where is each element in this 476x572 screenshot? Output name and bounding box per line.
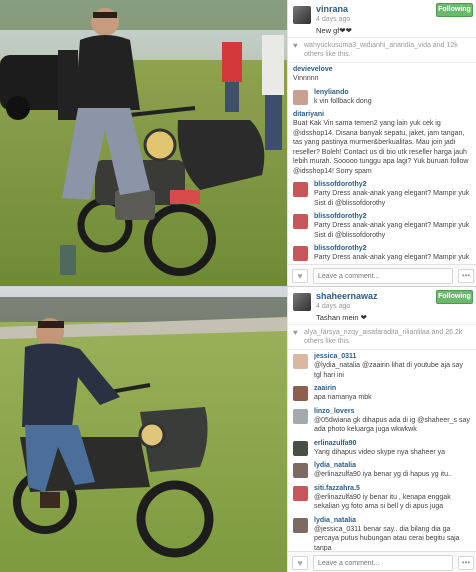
following-button[interactable]: Following: [436, 290, 473, 304]
comment-text: @05dwiana gk dihapus ada di ig @shaheer_…: [314, 416, 470, 434]
comment-username[interactable]: lenyliando: [314, 88, 472, 97]
photo-man-on-motorcycle: [0, 0, 287, 286]
post-vinrana: vinrana 4 days ago Following New gf❤❤ ♥ …: [0, 0, 476, 286]
comment-text: Buat Kak Vin sama temen2 yang lain yuk c…: [293, 120, 469, 175]
comment-username[interactable]: blissofdorothy2: [314, 212, 472, 221]
likes-summary: ♥ alya_farsya_rizqy_aisafaradita_rilianl…: [288, 325, 476, 350]
comment-username[interactable]: lydia_natalia: [314, 461, 472, 470]
comment-text: Party Dress anak-anak yang elegant? Mamp…: [314, 222, 470, 239]
avatar[interactable]: [293, 440, 308, 456]
post-photo[interactable]: [0, 287, 287, 572]
comment-username[interactable]: siti.fazzahra.5: [314, 484, 472, 493]
post-username[interactable]: vinrana: [316, 4, 348, 14]
heart-icon: ♥: [293, 328, 298, 337]
comment-text: k vin follback dong: [314, 97, 372, 105]
list-item: blissofdorothy2 Party Dress anak-anak ya…: [288, 210, 476, 242]
list-item: siti.fazzahra.5 @erlinazulfa90 iy benar …: [288, 482, 476, 514]
comment-bar: ♥ •••: [288, 551, 476, 572]
comment-bar: ♥ •••: [288, 264, 476, 286]
post-caption: Tashan mein ❤: [316, 313, 367, 322]
comment-text: Vinnnnn: [293, 75, 319, 82]
following-button[interactable]: Following: [436, 3, 473, 17]
comment-text: Yang dihapus video skype nya shaheer ya: [314, 448, 446, 456]
list-item: linzo_lovers @05dwiana gk dihapus ada di…: [288, 405, 476, 437]
like-button[interactable]: ♥: [292, 556, 308, 570]
more-options-button[interactable]: •••: [458, 556, 474, 570]
comment-input[interactable]: [313, 268, 453, 284]
likes-text: alya_farsya_rizqy_aisafaradita_rilianlil…: [304, 329, 463, 345]
comment-text: Party Dress anak-anak yang elegant? Mamp…: [314, 254, 470, 264]
post-username[interactable]: shaheernawaz: [316, 291, 378, 301]
post-header: vinrana 4 days ago Following New gf❤❤: [288, 0, 476, 38]
comment-username[interactable]: devievelove: [293, 65, 472, 74]
avatar[interactable]: [293, 485, 308, 501]
avatar[interactable]: [293, 214, 308, 229]
avatar[interactable]: [293, 463, 308, 478]
avatar[interactable]: [293, 182, 308, 197]
avatar[interactable]: [293, 517, 308, 533]
list-item: erlinazulfa90 Yang dihapus video skype n…: [288, 437, 476, 460]
post-timestamp: 4 days ago: [316, 16, 351, 23]
comment-text: @erlinazulfa90 iya benar yg di hapus yg …: [314, 471, 452, 478]
list-item: zaairin apa namanya mbk: [288, 382, 476, 405]
list-item: devievelove Vinnnnn: [288, 63, 476, 86]
comment-username[interactable]: lydia_natalia: [314, 516, 472, 525]
post-caption: New gf❤❤: [316, 26, 352, 35]
comment-username[interactable]: blissofdorothy2: [314, 180, 472, 189]
list-item: lenyliando k vin follback dong: [288, 86, 476, 109]
avatar[interactable]: [293, 354, 308, 369]
comment-text: @jessica_0311 benar say.. dia bilang dia…: [314, 525, 460, 552]
comments-list: jessica_0311 @lydia_natalia @zaairin lih…: [288, 350, 476, 551]
post-details-panel: shaheernawaz 4 days ago Following Tashan…: [287, 287, 476, 572]
post-details-panel: vinrana 4 days ago Following New gf❤❤ ♥ …: [287, 0, 476, 286]
heart-icon: ♥: [293, 41, 298, 50]
post-timestamp: 4 days ago: [316, 303, 351, 310]
more-options-button[interactable]: •••: [458, 269, 474, 283]
avatar[interactable]: [293, 89, 308, 105]
likes-summary: ♥ wahyuckusuma3_widianhi_anandia_vida an…: [288, 38, 476, 63]
comment-username[interactable]: blissofdorothy2: [314, 244, 472, 253]
post-shaheernawaz: shaheernawaz 4 days ago Following Tashan…: [0, 286, 476, 572]
post-photo[interactable]: [0, 0, 287, 286]
comment-username[interactable]: erlinazulfa90: [314, 439, 472, 448]
list-item: jessica_0311 @lydia_natalia @zaairin lih…: [288, 350, 476, 382]
ellipsis-icon: •••: [461, 271, 471, 280]
comment-input[interactable]: [313, 555, 453, 571]
post-header: shaheernawaz 4 days ago Following Tashan…: [288, 287, 476, 325]
like-button[interactable]: ♥: [292, 269, 308, 283]
comment-text: Party Dress anak-anak yang elegant? Mamp…: [314, 190, 470, 207]
photo-man-on-motorcycle: [0, 287, 287, 572]
heart-icon: ♥: [297, 271, 303, 281]
comment-text: apa namanya mbk: [314, 394, 372, 401]
likes-text: wahyuckusuma3_widianhi_anandia_vida and …: [304, 42, 458, 58]
avatar[interactable]: [293, 386, 308, 401]
comment-username[interactable]: ditariyani: [293, 110, 472, 119]
list-item: blissofdorothy2 Party Dress anak-anak ya…: [288, 242, 476, 264]
comments-list: devievelove Vinnnnn lenyliando k vin fol…: [288, 63, 476, 264]
ellipsis-icon: •••: [461, 558, 471, 567]
avatar[interactable]: [293, 408, 308, 424]
list-item: ditariyani Buat Kak Vin sama temen2 yang…: [288, 108, 476, 178]
heart-icon: ♥: [297, 558, 303, 568]
list-item: lydia_natalia @erlinazulfa90 iya benar y…: [288, 459, 476, 482]
list-item: blissofdorothy2 Party Dress anak-anak ya…: [288, 178, 476, 210]
avatar[interactable]: [293, 293, 311, 311]
comment-text: @lydia_natalia @zaairin lihat di youtube…: [314, 362, 463, 379]
avatar[interactable]: [293, 246, 308, 261]
comment-username[interactable]: zaairin: [314, 384, 472, 393]
list-item: lydia_natalia @jessica_0311 benar say.. …: [288, 514, 476, 552]
comment-username[interactable]: linzo_lovers: [314, 407, 472, 416]
comment-username[interactable]: jessica_0311: [314, 352, 472, 361]
avatar[interactable]: [293, 6, 311, 24]
comment-text: @erlinazulfa90 iy benar itu , kenapa eng…: [314, 493, 451, 511]
